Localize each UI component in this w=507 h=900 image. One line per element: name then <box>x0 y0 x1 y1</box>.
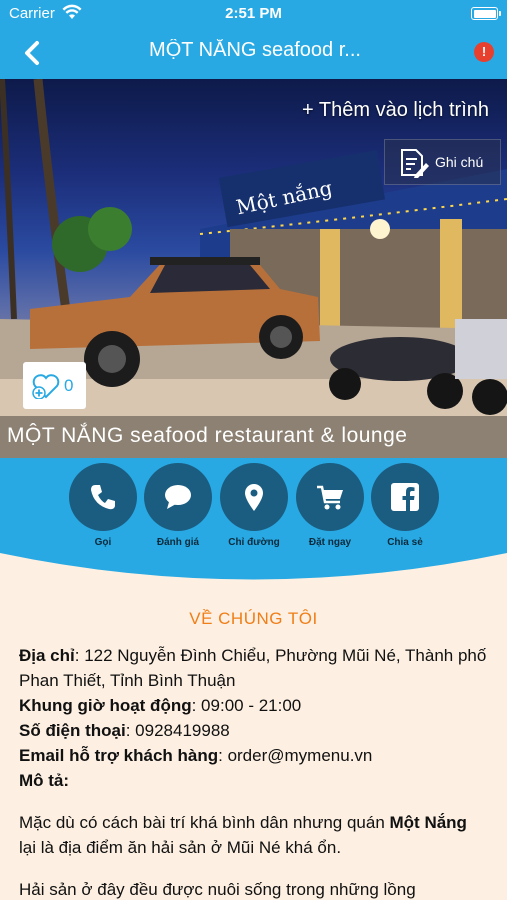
description-paragraph: Mặc dù có cách bài trí khá bình dân nhưn… <box>19 810 488 860</box>
directions-button[interactable]: Chỉ đường <box>219 463 289 548</box>
phone-row: Số điện thoại: 0928419988 <box>19 718 488 743</box>
phone-icon <box>91 485 115 510</box>
chat-bubble-icon <box>165 485 191 509</box>
back-chevron-icon[interactable] <box>18 38 48 68</box>
address-label: Địa chỉ <box>19 646 75 665</box>
top-bar: Carrier 2:51 PM MỘT NẮNG seafood r... ! <box>0 0 507 79</box>
page-title: MỘT NẮNG seafood r... <box>149 39 361 61</box>
about-section: VỀ CHÚNG TÔI Địa chỉ: 122 Nguyễn Đình Ch… <box>0 582 507 900</box>
hero-image: Một nắng + Thêm vào lịch trình Ghi chú 0… <box>0 79 507 458</box>
description-label: Mô tả <box>19 771 64 790</box>
desc-text-1: Mặc dù có cách bài trí khá bình dân nhưn… <box>19 813 390 832</box>
address-row: Địa chỉ: 122 Nguyễn Đình Chiểu, Phường M… <box>19 643 488 693</box>
hours-label: Khung giờ hoạt động <box>19 696 192 715</box>
review-button[interactable]: Đánh giá <box>143 463 213 548</box>
description-colon: : <box>63 771 70 790</box>
map-pin-icon <box>245 484 263 511</box>
note-button[interactable]: Ghi chú <box>384 139 501 185</box>
nav-bar: MỘT NẮNG seafood r... ! <box>0 28 507 79</box>
facebook-icon <box>391 483 419 511</box>
hours-row: Khung giờ hoạt động: 09:00 - 21:00 <box>19 693 488 718</box>
email-label: Email hỗ trợ khách hàng <box>19 746 219 765</box>
call-button[interactable]: Gọi <box>68 463 138 548</box>
phone-label: Số điện thoại <box>19 721 126 740</box>
status-bar: Carrier 2:51 PM <box>0 0 507 28</box>
directions-label: Chỉ đường <box>228 537 280 548</box>
about-heading: VỀ CHÚNG TÔI <box>189 609 318 628</box>
desc-text-2: lại là địa điểm ăn hải sản ở Mũi Né khá … <box>19 838 342 857</box>
directions-circle <box>220 463 288 531</box>
favorite-button[interactable]: 0 <box>23 362 86 409</box>
share-circle <box>371 463 439 531</box>
favorite-count: 0 <box>64 376 74 395</box>
desc-brand: Một Nắng <box>389 813 467 832</box>
description-paragraph-2: Hải sản ở đây đều được nuôi sống trong n… <box>19 880 416 899</box>
alert-icon[interactable]: ! <box>474 42 494 62</box>
phone-value[interactable]: : 0928419988 <box>126 721 230 740</box>
email-row: Email hỗ trợ khách hàng: order@mymenu.vn <box>19 743 488 768</box>
review-label: Đánh giá <box>156 537 200 548</box>
call-label: Gọi <box>94 537 112 548</box>
email-value[interactable]: : order@mymenu.vn <box>218 746 372 765</box>
info-block: Địa chỉ: 122 Nguyễn Đình Chiểu, Phường M… <box>19 643 488 793</box>
share-label: Chia sẻ <box>387 537 423 548</box>
order-circle <box>296 463 364 531</box>
order-label: Đặt ngay <box>308 537 352 548</box>
hours-value: : 09:00 - 21:00 <box>191 696 302 715</box>
restaurant-name: MỘT NẮNG seafood restaurant & lounge <box>7 424 408 447</box>
cart-icon <box>317 485 343 510</box>
note-edit-icon <box>401 149 429 178</box>
address-value: : 122 Nguyễn Đình Chiểu, Phường Mũi Né, … <box>19 646 487 690</box>
clock: 2:51 PM <box>225 5 282 22</box>
note-label: Ghi chú <box>435 154 484 170</box>
call-circle <box>69 463 137 531</box>
description-row: Mô tả: <box>19 768 488 793</box>
hero-caption-bar: MỘT NẮNG seafood restaurant & lounge <box>0 416 507 458</box>
add-to-plan-button[interactable]: + Thêm vào lịch trình <box>302 99 489 122</box>
action-bar: Gọi Đánh giá Chỉ đường Đặt ngay Chia sẻ <box>0 458 507 582</box>
share-button[interactable]: Chia sẻ <box>370 463 440 548</box>
review-circle <box>144 463 212 531</box>
heart-plus-icon <box>32 374 60 399</box>
order-button[interactable]: Đặt ngay <box>295 463 365 548</box>
battery-icon <box>471 7 501 20</box>
